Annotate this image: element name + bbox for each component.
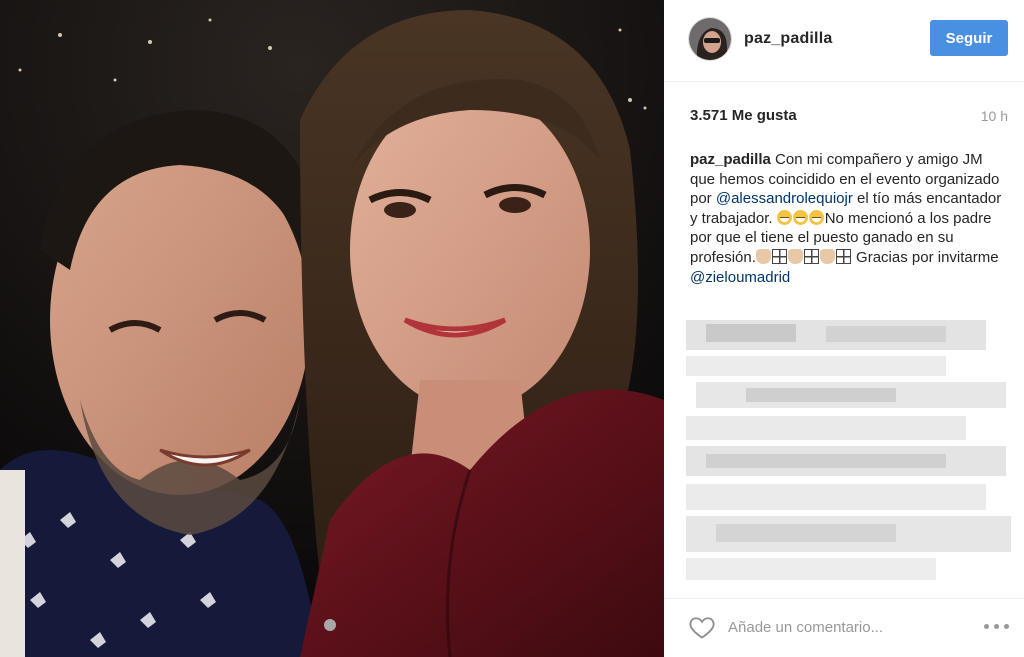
post-side-panel: paz_padilla Seguir 3.571 Me gusta 10 h p…: [664, 0, 1024, 657]
unknown-glyph-icon: [835, 248, 851, 264]
blurred-comments: [686, 312, 1016, 594]
avatar[interactable]: [688, 17, 732, 61]
post-timestamp[interactable]: 10 h: [981, 108, 1008, 124]
grinning-face-icon: [776, 209, 792, 225]
selfie-image: [0, 0, 664, 657]
unknown-glyph-icon: [803, 248, 819, 264]
post-caption: paz_padilla Con mi compañero y amigo JM …: [690, 150, 1008, 287]
unknown-glyph-icon: [771, 248, 787, 264]
clapping-hands-icon: [787, 248, 803, 264]
post-header: paz_padilla Seguir: [664, 0, 1024, 82]
avatar-image: [689, 18, 731, 60]
follow-button[interactable]: Seguir: [930, 20, 1008, 56]
comment-bar: [664, 598, 1024, 657]
post-username[interactable]: paz_padilla: [744, 30, 832, 48]
caption-mention-alessandro[interactable]: @alessandrolequiojr: [716, 190, 853, 207]
heart-outline-icon[interactable]: [688, 613, 716, 641]
clapping-hands-icon: [819, 248, 835, 264]
likes-row: 3.571 Me gusta 10 h: [690, 104, 1008, 128]
post-photo[interactable]: [0, 0, 664, 657]
grinning-face-icon: [792, 209, 808, 225]
more-options-icon[interactable]: [982, 621, 1012, 633]
clapping-hands-icon: [755, 248, 771, 264]
likes-count[interactable]: 3.571 Me gusta: [690, 107, 797, 124]
grinning-face-icon: [808, 209, 824, 225]
caption-username[interactable]: paz_padilla: [690, 151, 771, 168]
caption-mention-zieloumadrid[interactable]: @zieloumadrid: [690, 269, 790, 286]
comment-input[interactable]: [726, 613, 970, 641]
caption-text-4: Gracias por invitarme: [851, 248, 999, 266]
